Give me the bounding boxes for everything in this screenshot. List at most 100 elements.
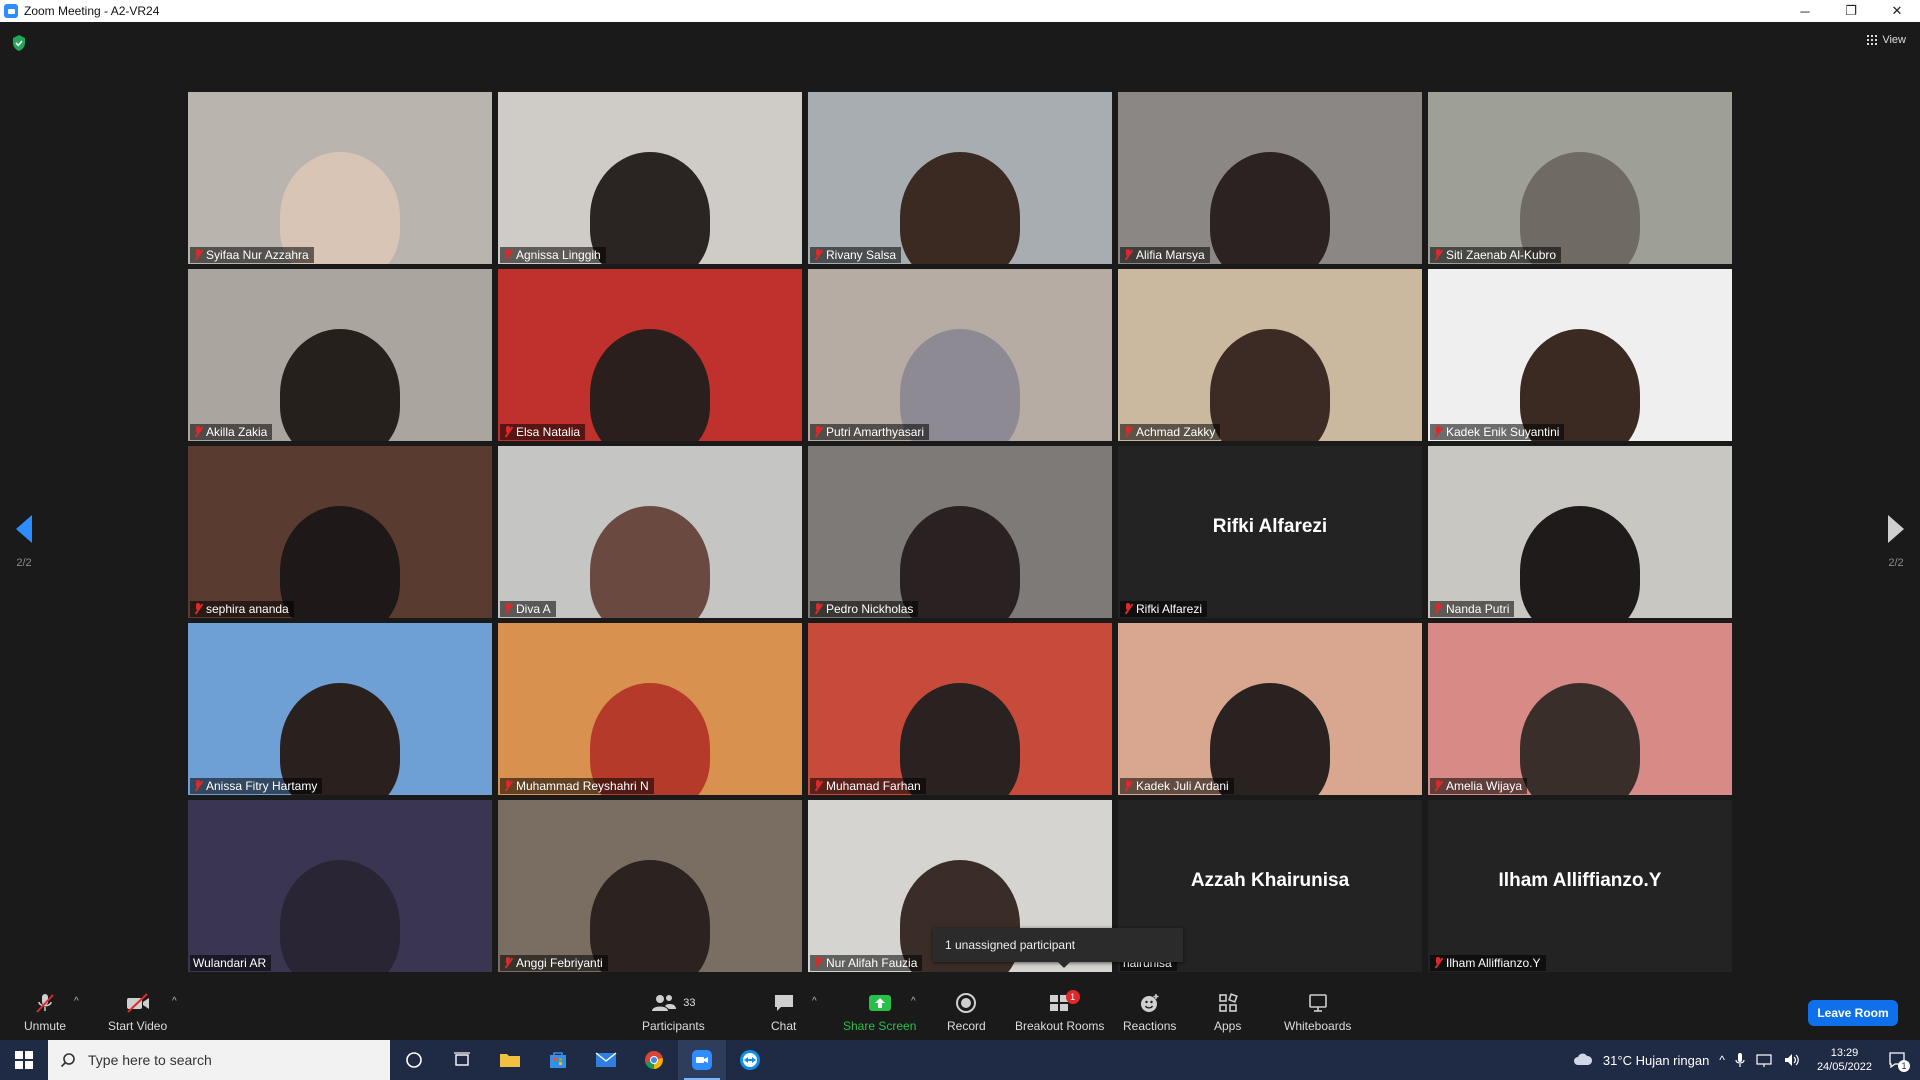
participant-tile[interactable]: Amelia Wijaya <box>1428 623 1732 795</box>
audio-options-caret[interactable]: ^ <box>74 996 79 1007</box>
participant-name-label: Nanda Putri <box>1430 601 1515 617</box>
speaker-icon[interactable] <box>1783 1052 1801 1068</box>
restore-button[interactable]: ❐ <box>1828 0 1874 22</box>
unmute-label: Unmute <box>24 1019 67 1033</box>
whiteboards-label: Whiteboards <box>1284 1019 1352 1033</box>
participant-name-label: Anggi Febriyanti <box>500 955 608 971</box>
leave-room-button[interactable]: Leave Room <box>1808 1000 1898 1026</box>
participant-tile[interactable]: Alifia Marsya <box>1118 92 1422 264</box>
participant-tile[interactable]: Nanda Putri <box>1428 446 1732 618</box>
page-indicator-left: 2/2 <box>16 557 32 569</box>
muted-mic-icon <box>1433 780 1443 792</box>
participant-tile[interactable]: Pedro Nickholas <box>808 446 1112 618</box>
weather-text[interactable]: 31°C Hujan ringan <box>1603 1053 1709 1068</box>
mail-button[interactable] <box>582 1040 630 1080</box>
muted-mic-icon <box>813 780 823 792</box>
participants-button[interactable]: 33 Participants <box>642 992 705 1033</box>
gallery-grid: Syifaa Nur Azzahra Agnissa Linggih Rivany … <box>188 92 1733 972</box>
zoom-taskbar-button[interactable] <box>678 1040 726 1080</box>
record-button[interactable]: Record <box>947 992 986 1033</box>
participant-tile[interactable]: sephira ananda <box>188 446 492 618</box>
participant-name: Elsa Natalia <box>516 425 581 439</box>
previous-page-button[interactable]: 2/2 <box>16 515 32 569</box>
apps-button[interactable]: Apps <box>1214 992 1241 1033</box>
chat-button[interactable]: Chat <box>771 992 796 1033</box>
notification-center-button[interactable]: 1 <box>1882 1040 1912 1080</box>
whiteboard-icon <box>1308 994 1327 1012</box>
record-icon <box>956 993 977 1013</box>
taskbar-search-box[interactable]: Type here to search <box>48 1040 390 1080</box>
chevron-up-icon[interactable]: ^ <box>1719 1053 1725 1067</box>
participant-name: Rivany Salsa <box>826 248 897 262</box>
view-label: View <box>1882 34 1906 46</box>
participant-tile[interactable]: Syifaa Nur Azzahra <box>188 92 492 264</box>
participant-tile[interactable]: Muhammad Reyshahri N <box>498 623 802 795</box>
participant-tile[interactable]: Elsa Natalia <box>498 269 802 441</box>
store-bag-icon <box>550 1052 566 1068</box>
muted-mic-icon <box>1433 603 1443 615</box>
participant-tile[interactable]: Agnissa Linggih <box>498 92 802 264</box>
participant-tile[interactable]: Achmad Zakky <box>1118 269 1422 441</box>
participant-tile[interactable]: Rivany Salsa <box>808 92 1112 264</box>
video-options-caret[interactable]: ^ <box>172 996 177 1007</box>
minimize-button[interactable]: ─ <box>1782 0 1828 22</box>
reactions-button[interactable]: Reactions <box>1123 992 1176 1033</box>
cortana-button[interactable] <box>390 1040 438 1080</box>
participant-tile[interactable]: Putri Amarthyasari <box>808 269 1112 441</box>
unmute-button[interactable]: Unmute <box>24 992 66 1033</box>
network-icon[interactable] <box>1755 1052 1773 1068</box>
muted-mic-icon <box>1123 603 1133 615</box>
participant-name: Rifki Alfarezi <box>1136 602 1203 616</box>
teamviewer-icon <box>740 1050 760 1070</box>
arrow-left-icon <box>16 515 32 543</box>
participant-name: Wulandari AR <box>193 956 267 970</box>
windows-taskbar: Type here to search 31°C Hujan ringan ^ … <box>0 1040 1920 1080</box>
participant-name-label: Ilham Alliffianzo.Y <box>1430 955 1546 971</box>
participant-tile[interactable]: Kadek Enik Suyantini <box>1428 269 1732 441</box>
participant-tile[interactable]: Rifki Alfarezi Rifki Alfarezi <box>1118 446 1422 618</box>
start-button[interactable] <box>0 1040 48 1080</box>
breakout-rooms-badge: 1 <box>1065 990 1080 1004</box>
microphone-tray-icon[interactable] <box>1735 1052 1745 1068</box>
participant-name: Amelia Wijaya <box>1446 779 1523 793</box>
participant-name-label: Alifia Marsya <box>1120 247 1210 263</box>
participant-tile[interactable]: Diva A <box>498 446 802 618</box>
participant-name-label: Diva A <box>500 601 556 617</box>
participant-tile[interactable]: Siti Zaenab Al-Kubro <box>1428 92 1732 264</box>
participant-tile[interactable]: Kadek Juli Ardani <box>1118 623 1422 795</box>
teamviewer-button[interactable] <box>726 1040 774 1080</box>
clock[interactable]: 13:29 24/05/2022 <box>1817 1046 1872 1074</box>
muted-mic-icon <box>813 603 823 615</box>
close-button[interactable]: ✕ <box>1874 0 1920 22</box>
breakout-rooms-button[interactable]: 1 Breakout Rooms <box>1015 990 1104 1033</box>
participant-tile[interactable]: Akilla Zakia <box>188 269 492 441</box>
encryption-shield-icon[interactable] <box>12 35 26 51</box>
participant-name: Diva A <box>516 602 551 616</box>
next-page-button[interactable]: 2/2 <box>1888 515 1904 569</box>
task-view-button[interactable] <box>438 1040 486 1080</box>
participant-tile[interactable]: Anggi Febriyanti <box>498 800 802 972</box>
participant-name: Muhammad Reyshahri N <box>516 779 649 793</box>
participant-tile[interactable]: Muhamad Farhan <box>808 623 1112 795</box>
whiteboards-button[interactable]: Whiteboards <box>1284 992 1351 1033</box>
chat-options-caret[interactable]: ^ <box>812 996 817 1007</box>
apps-icon <box>1218 993 1238 1012</box>
participant-name: Achmad Zakky <box>1136 425 1216 439</box>
view-button[interactable]: View <box>1867 34 1906 46</box>
participant-name-label: Anissa Fitry Hartamy <box>190 778 323 794</box>
participant-tile[interactable]: Ilham Alliffianzo.Y Ilham Alliffianzo.Y <box>1428 800 1732 972</box>
system-tray: 31°C Hujan ringan ^ 13:29 24/05/2022 1 <box>1573 1040 1920 1080</box>
muted-mic-icon <box>1433 426 1443 438</box>
chrome-button[interactable] <box>630 1040 678 1080</box>
chrome-icon <box>645 1051 663 1069</box>
share-screen-button[interactable]: Share Screen <box>843 992 916 1033</box>
start-video-button[interactable]: Start Video <box>108 992 167 1033</box>
file-explorer-button[interactable] <box>486 1040 534 1080</box>
microsoft-store-button[interactable] <box>534 1040 582 1080</box>
participant-tile[interactable]: Wulandari AR <box>188 800 492 972</box>
share-options-caret[interactable]: ^ <box>911 996 916 1007</box>
window-title-bar: Zoom Meeting - A2-VR24 ─ ❐ ✕ <box>0 0 1920 22</box>
unassigned-participant-tooltip[interactable]: 1 unassigned participant <box>933 928 1183 968</box>
meeting-toolbar: Unmute ^ Start Video ^ 33 Participants C… <box>0 972 1920 1040</box>
participant-tile[interactable]: Anissa Fitry Hartamy <box>188 623 492 795</box>
